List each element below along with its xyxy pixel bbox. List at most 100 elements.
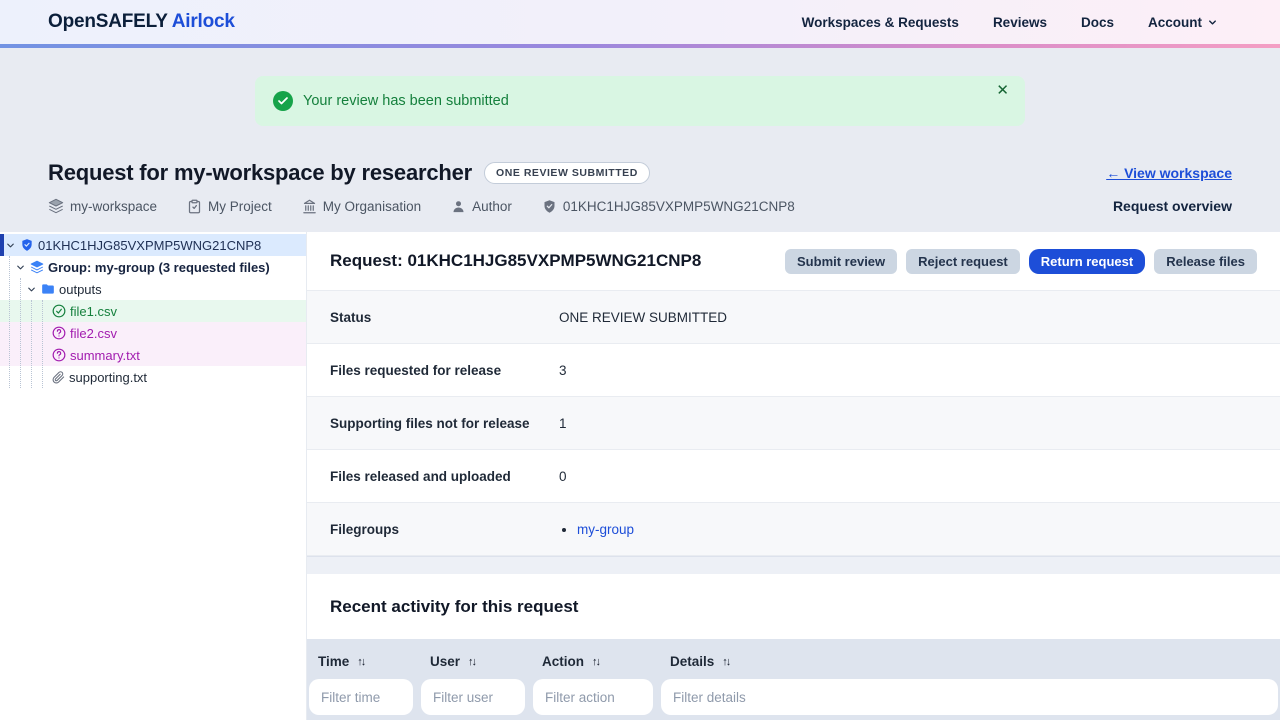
- activity-title: Recent activity for this request: [330, 597, 578, 617]
- tree-item-label: summary.txt: [70, 348, 140, 363]
- nav-item-account[interactable]: Account: [1148, 15, 1218, 30]
- close-icon[interactable]: ✕: [996, 83, 1009, 98]
- meta-project-label: My Project: [208, 199, 272, 214]
- column-label: Time: [318, 654, 349, 669]
- activity-section-header: Recent activity for this request: [307, 574, 1280, 639]
- detail-label: Filegroups: [330, 522, 559, 537]
- detail-row-filegroups: Filegroups my-group: [307, 503, 1280, 556]
- file-tree-sidebar: 01KHC1HJG85VXPMP5WNG21CNP8 Group: my-gro…: [0, 232, 307, 720]
- tree-item-label: 01KHC1HJG85VXPMP5WNG21CNP8: [38, 238, 261, 253]
- detail-label: Files requested for release: [330, 363, 559, 378]
- detail-row-supporting-files: Supporting files not for release 1: [307, 397, 1280, 450]
- tree-item-label: file1.csv: [70, 304, 117, 319]
- file-tree: 01KHC1HJG85VXPMP5WNG21CNP8 Group: my-gro…: [0, 232, 306, 388]
- request-overview-label: Request overview: [1113, 198, 1232, 214]
- tree-item-group[interactable]: Group: my-group (3 requested files): [0, 256, 306, 278]
- tree-guide: [31, 300, 32, 388]
- column-header-action[interactable]: Action ↑↓: [533, 654, 653, 669]
- view-workspace-link[interactable]: ← View workspace: [1106, 165, 1232, 181]
- detail-label: Files released and uploaded: [330, 469, 559, 484]
- detail-label: Status: [330, 310, 559, 325]
- brand-secondary: Airlock: [172, 11, 235, 32]
- success-alert: Your review has been submitted ✕: [255, 76, 1025, 126]
- tree-item-supporting[interactable]: supporting.txt: [0, 366, 306, 388]
- meta-workspace: my-workspace: [48, 198, 157, 214]
- section-divider: [307, 556, 1280, 574]
- activity-table-header: Time ↑↓ User ↑↓ Action ↑↓ Details ↑↓: [309, 644, 1278, 679]
- nav-item-reviews[interactable]: Reviews: [993, 15, 1047, 30]
- column-header-details[interactable]: Details ↑↓: [661, 654, 1278, 669]
- tree-guide: [20, 278, 21, 388]
- return-request-button[interactable]: Return request: [1029, 249, 1145, 274]
- chevron-down-icon[interactable]: [5, 240, 16, 251]
- filter-time-input[interactable]: [309, 679, 413, 715]
- filter-action-input[interactable]: [533, 679, 653, 715]
- nav-item-docs[interactable]: Docs: [1081, 15, 1114, 30]
- filter-user-input[interactable]: [421, 679, 525, 715]
- filegroup-link[interactable]: my-group: [577, 522, 634, 537]
- page-header: Your review has been submitted ✕ Request…: [0, 48, 1280, 232]
- page-title: Request for my-workspace by researcher: [48, 160, 472, 186]
- chevron-down-icon[interactable]: [26, 284, 37, 295]
- chevron-down-icon: [1207, 17, 1218, 28]
- request-actions: Submit review Reject request Return requ…: [785, 249, 1257, 274]
- tree-item-label: file2.csv: [70, 326, 117, 341]
- tree-item-summary[interactable]: summary.txt: [0, 344, 306, 366]
- tree-item-label: outputs: [59, 282, 102, 297]
- meta-request-id: 01KHC1HJG85VXPMP5WNG21CNP8: [542, 199, 795, 214]
- user-icon: [451, 199, 466, 214]
- brand-primary: OpenSAFELY: [48, 11, 168, 32]
- tree-item-file1[interactable]: file1.csv: [0, 300, 306, 322]
- tree-guide: [9, 256, 10, 388]
- request-details-table: Status ONE REVIEW SUBMITTED Files reques…: [307, 290, 1280, 556]
- request-header: Request: 01KHC1HJG85VXPMP5WNG21CNP8 Subm…: [307, 232, 1280, 290]
- check-circle-icon: [52, 304, 66, 318]
- sort-icon[interactable]: ↑↓: [722, 656, 729, 668]
- tree-item-outputs-folder[interactable]: outputs: [0, 278, 306, 300]
- detail-value: ONE REVIEW SUBMITTED: [559, 310, 727, 325]
- meta-organisation: My Organisation: [302, 199, 421, 214]
- chevron-down-icon[interactable]: [15, 262, 26, 273]
- release-files-button[interactable]: Release files: [1154, 249, 1257, 274]
- tree-item-request-root[interactable]: 01KHC1HJG85VXPMP5WNG21CNP8: [0, 234, 306, 256]
- brand-logo[interactable]: OpenSAFELYAirlock: [48, 11, 235, 33]
- column-label: Details: [670, 654, 714, 669]
- sort-icon[interactable]: ↑↓: [357, 656, 364, 668]
- top-navbar: OpenSAFELYAirlock Workspaces & Requests …: [0, 0, 1280, 44]
- nav-item-workspaces-requests[interactable]: Workspaces & Requests: [802, 15, 959, 30]
- tree-item-file2[interactable]: file2.csv: [0, 322, 306, 344]
- landmark-icon: [302, 199, 317, 214]
- alert-message: Your review has been submitted: [303, 93, 509, 109]
- activity-table-filters: [309, 679, 1278, 715]
- reject-request-button[interactable]: Reject request: [906, 249, 1020, 274]
- column-header-user[interactable]: User ↑↓: [421, 654, 525, 669]
- detail-label: Supporting files not for release: [330, 416, 559, 431]
- meta-workspace-label: my-workspace: [70, 199, 157, 214]
- nav-menu: Workspaces & Requests Reviews Docs Accou…: [802, 15, 1218, 30]
- question-circle-icon: [52, 326, 66, 340]
- column-label: User: [430, 654, 460, 669]
- meta-request-id-label: 01KHC1HJG85VXPMP5WNG21CNP8: [563, 199, 795, 214]
- detail-row-files-released: Files released and uploaded 0: [307, 450, 1280, 503]
- meta-row: my-workspace My Project My Organisation …: [48, 198, 1232, 214]
- tree-item-label: supporting.txt: [69, 370, 147, 385]
- request-title: Request: 01KHC1HJG85VXPMP5WNG21CNP8: [330, 251, 701, 271]
- folder-icon: [41, 282, 55, 296]
- tree-item-label: Group: my-group (3 requested files): [48, 260, 270, 275]
- success-check-icon: [273, 91, 293, 111]
- detail-value: 1: [559, 416, 567, 431]
- shield-icon: [20, 238, 34, 252]
- column-label: Action: [542, 654, 584, 669]
- shield-icon: [542, 199, 557, 214]
- submit-review-button[interactable]: Submit review: [785, 249, 897, 274]
- filter-details-input[interactable]: [661, 679, 1278, 715]
- meta-organisation-label: My Organisation: [323, 199, 421, 214]
- sort-icon[interactable]: ↑↓: [592, 656, 599, 668]
- clipboard-icon: [187, 199, 202, 214]
- status-badge: ONE REVIEW SUBMITTED: [484, 162, 650, 184]
- request-main-panel: Request: 01KHC1HJG85VXPMP5WNG21CNP8 Subm…: [307, 232, 1280, 720]
- column-header-time[interactable]: Time ↑↓: [309, 654, 413, 669]
- filegroup-list-item: my-group: [577, 522, 634, 537]
- filegroup-list: my-group: [559, 522, 634, 537]
- sort-icon[interactable]: ↑↓: [468, 656, 475, 668]
